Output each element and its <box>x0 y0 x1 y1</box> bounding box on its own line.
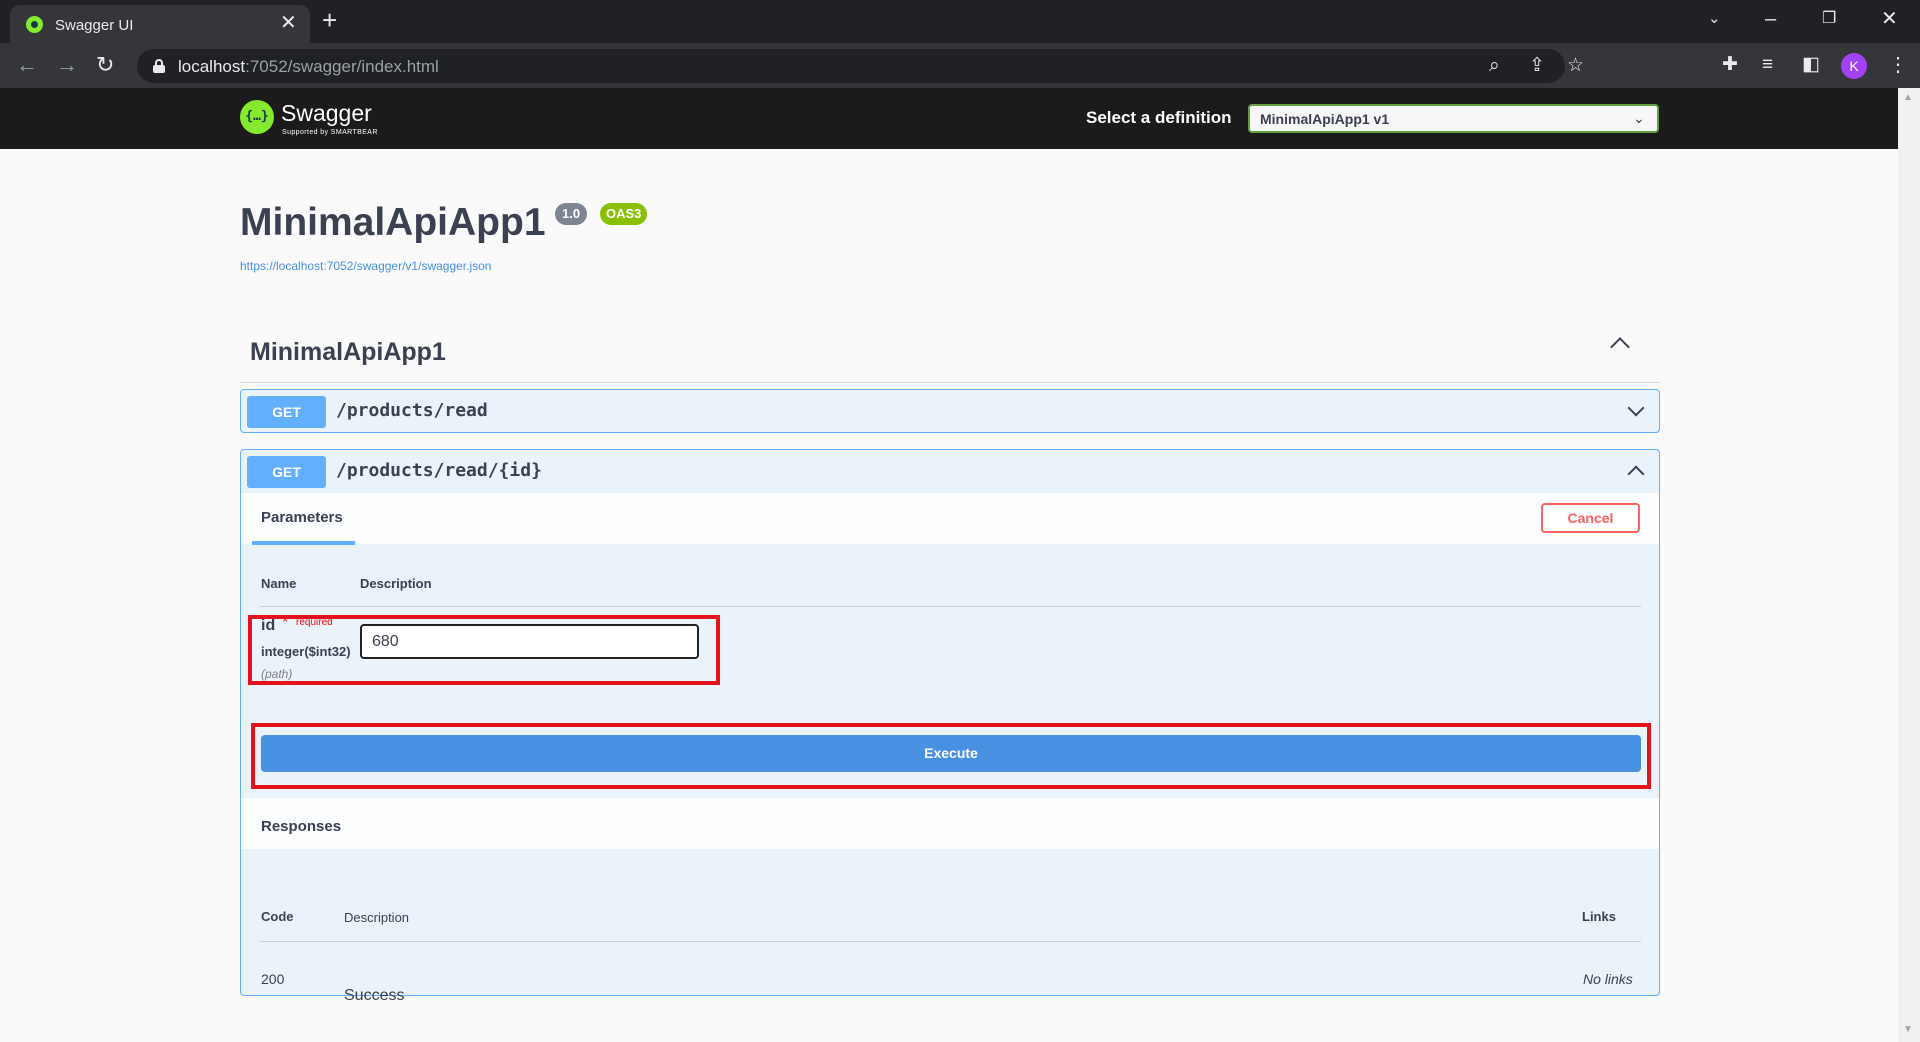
column-header-description: Description <box>360 576 432 591</box>
required-label: required <box>296 617 333 628</box>
column-header-code: Code <box>261 909 294 924</box>
scroll-down-icon[interactable]: ▼ <box>1903 1024 1913 1035</box>
bookmark-star-icon[interactable]: ☆ <box>1567 55 1584 77</box>
operation-path: /products/read/{id} <box>336 460 542 481</box>
param-location: (path) <box>261 667 293 681</box>
side-panel-icon[interactable]: ◧ <box>1802 53 1820 77</box>
tab-underline <box>252 541 355 545</box>
chevron-down-icon: ⌄ <box>1633 110 1645 126</box>
table-divider <box>260 941 1641 942</box>
browser-menu-icon[interactable]: ⋮ <box>1888 53 1908 77</box>
new-tab-icon[interactable]: + <box>322 6 337 34</box>
tag-title[interactable]: MinimalApiApp1 <box>250 338 446 367</box>
definition-select-value: MinimalApiApp1 v1 <box>1260 111 1390 127</box>
required-star: * <box>282 614 289 631</box>
id-param-input[interactable] <box>360 624 699 659</box>
minimize-icon[interactable]: – <box>1765 6 1776 32</box>
column-header-response-description: Description <box>344 910 410 925</box>
table-divider <box>260 606 1641 607</box>
profile-avatar[interactable]: K <box>1841 53 1867 79</box>
chevron-up-icon[interactable] <box>1610 337 1630 357</box>
response-code: 200 <box>261 971 285 987</box>
operation-summary[interactable]: GET /products/read <box>241 390 1659 432</box>
scroll-up-icon[interactable]: ▲ <box>1903 92 1913 103</box>
chevron-down-icon[interactable] <box>1627 399 1645 417</box>
swagger-logo-subtitle: Supported by SMARTBEAR <box>282 129 378 136</box>
version-badge: 1.0 <box>555 203 588 225</box>
tab-close-icon[interactable]: ✕ <box>280 13 297 33</box>
swagger-favicon-icon <box>26 16 43 33</box>
swagger-logo-icon[interactable]: {…} <box>240 100 274 134</box>
operation-summary[interactable]: GET /products/read/{id} <box>241 450 1659 492</box>
url-text[interactable]: localhost:7052/swagger/index.html <box>178 57 439 77</box>
lock-icon[interactable] <box>153 59 165 73</box>
oas-badge: OAS3 <box>600 203 648 225</box>
operation-body: Parameters Cancel Name Description id * … <box>241 493 1659 1042</box>
tag-divider <box>240 382 1660 383</box>
browser-tab-strip: Swagger UI ✕ + ⌄ – ❐ ✕ <box>0 0 1920 43</box>
parameters-header: Parameters Cancel <box>241 493 1659 545</box>
method-badge: GET <box>247 396 326 428</box>
swagger-logo-title[interactable]: Swagger <box>281 101 372 125</box>
page-scrollbar[interactable]: ▲ ▼ <box>1898 88 1920 1042</box>
method-badge: GET <box>247 456 326 488</box>
operation-get-products-read-id: GET /products/read/{id} Parameters Cance… <box>240 449 1660 1004</box>
forward-icon[interactable]: → <box>56 52 78 78</box>
column-header-links: Links <box>1582 909 1616 924</box>
param-type: integer($int32) <box>261 644 351 659</box>
param-name: id <box>261 617 276 634</box>
api-title: MinimalApiApp1 <box>240 201 546 244</box>
extensions-icon[interactable]: ✚ <box>1722 53 1738 77</box>
window-close-icon[interactable]: ✕ <box>1881 6 1898 32</box>
browser-tab[interactable]: Swagger UI ✕ <box>10 5 310 43</box>
column-header-name: Name <box>261 576 297 591</box>
chevron-up-icon[interactable] <box>1627 465 1645 483</box>
browser-toolbar: ← → ↻ localhost:7052/swagger/index.html … <box>0 43 1920 88</box>
responses-header: Responses <box>241 798 1659 849</box>
reload-icon[interactable]: ↻ <box>96 52 114 78</box>
operation-get-products-read: GET /products/read <box>240 389 1660 433</box>
media-controls-icon[interactable]: ≡ <box>1762 53 1773 77</box>
tab-parameters[interactable]: Parameters <box>261 509 343 526</box>
response-description: Success <box>344 987 405 1004</box>
tab-title: Swagger UI <box>55 17 134 34</box>
definition-select[interactable]: MinimalApiApp1 v1 ⌄ <box>1248 104 1659 133</box>
definition-select-label: Select a definition <box>1086 108 1232 127</box>
restore-icon[interactable]: ❐ <box>1822 6 1836 32</box>
spec-json-link[interactable]: https://localhost:7052/swagger/v1/swagge… <box>240 259 491 273</box>
cancel-button[interactable]: Cancel <box>1541 503 1640 533</box>
address-bar[interactable]: localhost:7052/swagger/index.html ⌕ ⇪ ☆ <box>137 49 1584 83</box>
execute-button[interactable]: Execute <box>261 735 1641 772</box>
share-icon[interactable]: ⇪ <box>1529 55 1545 77</box>
responses-title: Responses <box>261 818 342 835</box>
zoom-icon[interactable]: ⌕ <box>1489 55 1500 77</box>
operation-path: /products/read <box>336 400 488 421</box>
response-links: No links <box>1583 971 1633 987</box>
tab-search-chevron-icon[interactable]: ⌄ <box>1708 6 1721 32</box>
back-icon[interactable]: ← <box>16 52 38 78</box>
swagger-topbar: {…} Swagger Supported by SMARTBEAR Selec… <box>0 88 1898 149</box>
